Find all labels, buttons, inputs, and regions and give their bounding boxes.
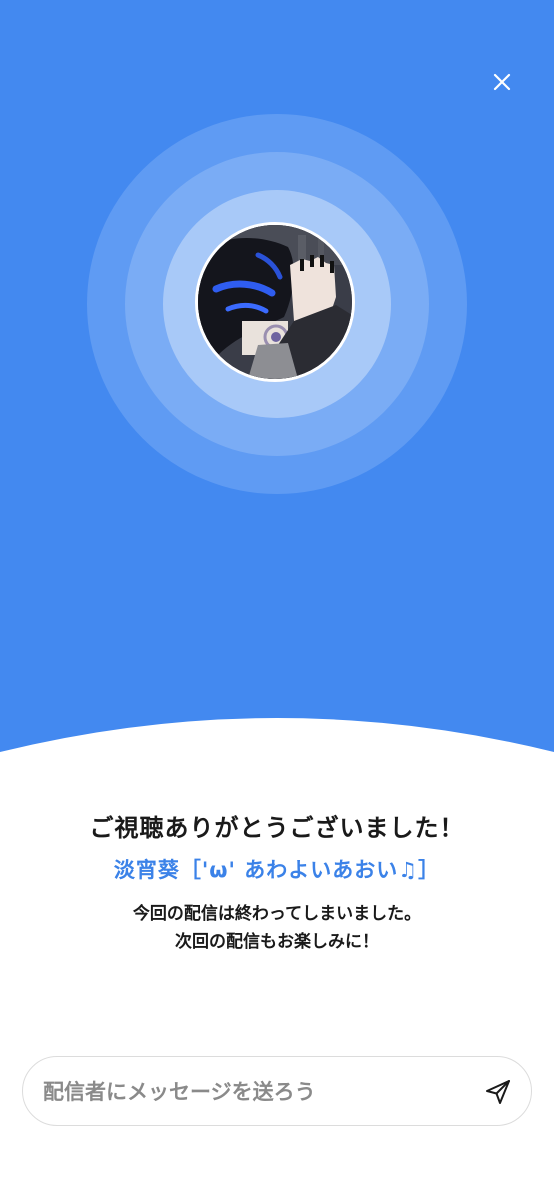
streamer-avatar	[195, 222, 355, 382]
ended-message-line: 次回の配信もお楽しみに！	[175, 932, 379, 952]
message-input[interactable]	[41, 1057, 465, 1127]
send-icon	[486, 1080, 510, 1104]
ended-message-line: 今回の配信は終わってしまいました。	[132, 904, 422, 924]
close-button[interactable]	[484, 64, 520, 100]
send-button[interactable]	[483, 1077, 513, 1107]
thanks-heading: ご視聴ありがとうございました！	[89, 814, 465, 842]
stream-ended-message: 今回の配信は終わってしまいました。 次回の配信もお楽しみに！	[0, 900, 554, 956]
stream-ended-screen: ご視聴ありがとうございました！ 淡宵葵［'ω' あわよいあおい♫］ 今回の配信は…	[0, 0, 554, 1200]
close-icon	[493, 73, 511, 91]
message-composer	[22, 1056, 532, 1127]
streamer-name: 淡宵葵［'ω' あわよいあおい♫］	[113, 858, 441, 882]
avatar-image	[198, 225, 352, 379]
wave-divider	[0, 718, 554, 820]
